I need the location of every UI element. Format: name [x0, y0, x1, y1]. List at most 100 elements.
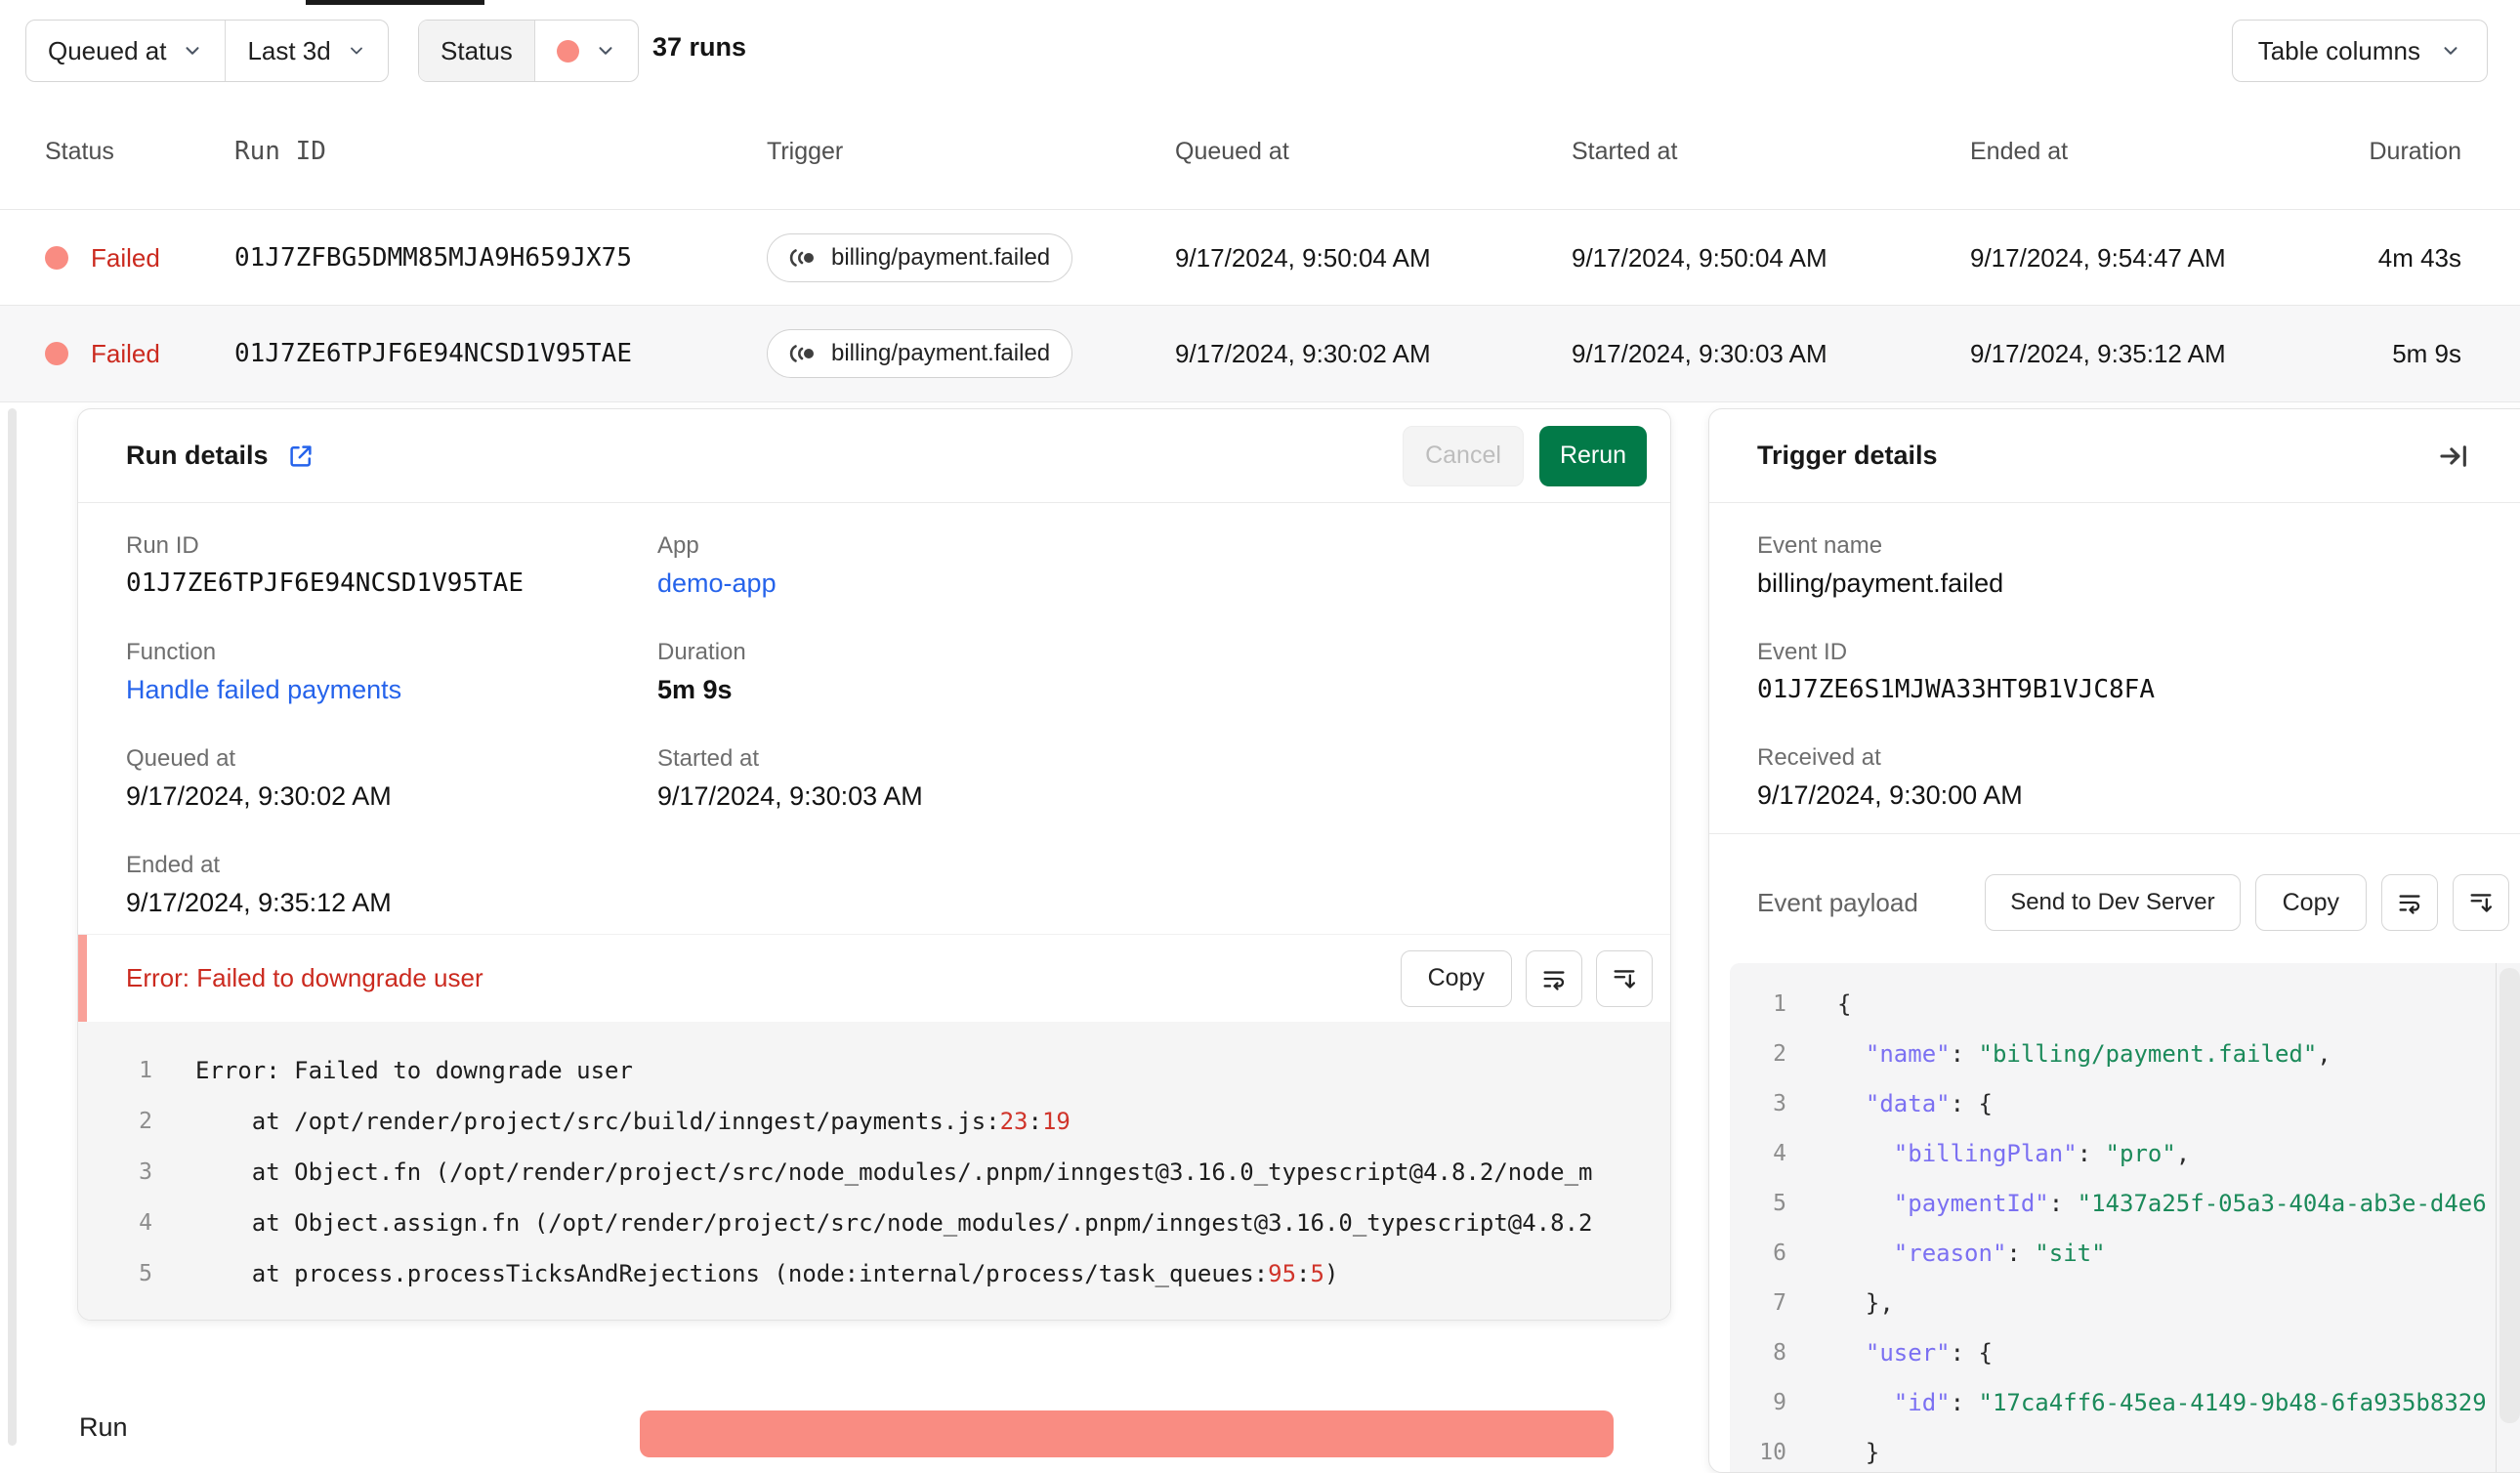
- run-trigger-cell: billing/payment.failed: [767, 210, 1073, 306]
- active-tab-indicator-fragment: [306, 0, 484, 5]
- column-header-status[interactable]: Status: [45, 94, 114, 209]
- event-name-label: Event name: [1757, 532, 1883, 559]
- status-filter-value-segment[interactable]: [533, 21, 638, 81]
- run-status-cell: Failed: [45, 210, 160, 306]
- vertical-scrollbar[interactable]: [8, 408, 17, 1446]
- app-link[interactable]: demo-app: [657, 568, 1670, 599]
- code-line: 10 }: [1730, 1427, 2520, 1472]
- run-duration-cell: 5m 9s: [2392, 338, 2461, 368]
- run-ended-cell: 9/17/2024, 9:54:47 AM: [1970, 242, 2226, 273]
- collapse-panel-right-icon[interactable]: [2437, 440, 2470, 473]
- run-details-title: Run details: [126, 441, 269, 470]
- line-number: 10: [1759, 1439, 1786, 1465]
- duration-value: 5m 9s: [657, 675, 733, 704]
- timeline-run-label: Run: [79, 1412, 128, 1442]
- table-row[interactable]: Failed 01J7ZE6TPJF6E94NCSD1V95TAE billing/…: [0, 305, 2520, 402]
- event-name-value: billing/payment.failed: [1757, 568, 2004, 598]
- run-queued-cell: 9/17/2024, 9:30:02 AM: [1175, 338, 1431, 368]
- run-status-text: Failed: [91, 338, 160, 368]
- scroll-to-bottom-button[interactable]: [2453, 874, 2509, 931]
- column-header-run-id[interactable]: Run ID: [234, 94, 326, 209]
- chevron-down-icon: [2440, 40, 2461, 62]
- queued-at-value: 9/17/2024, 9:30:02 AM: [126, 781, 392, 811]
- run-id-value: 01J7ZE6TPJF6E94NCSD1V95TAE: [126, 568, 524, 598]
- failed-status-dot-icon: [45, 342, 68, 365]
- function-link[interactable]: Handle failed payments: [126, 675, 657, 705]
- trigger-pill[interactable]: billing/payment.failed: [767, 233, 1073, 282]
- trigger-details-panel: Trigger details Event name billing/payme…: [1708, 408, 2520, 1473]
- event-payload-code-block: 1{2 "name": "billing/payment.failed", 3 "…: [1730, 963, 2520, 1472]
- copy-error-button[interactable]: Copy: [1400, 949, 1512, 1007]
- column-header-duration[interactable]: Duration: [2227, 94, 2462, 209]
- code-line: 2 "name": "billing/payment.failed",: [1730, 1029, 2520, 1078]
- code-line: 2 at /opt/render/project/src/build/innge…: [78, 1096, 1670, 1147]
- rerun-button[interactable]: Rerun: [1539, 425, 1647, 486]
- code-line: 3 at Object.fn (/opt/render/project/src/…: [78, 1147, 1670, 1198]
- code-line: 3 "data": {: [1730, 1078, 2520, 1128]
- error-callout: Error: Failed to downgrade user Copy: [78, 934, 1670, 1022]
- duration-label: Duration: [657, 639, 746, 665]
- run-id-label: Run ID: [126, 532, 199, 559]
- runs-count: 37 runs: [652, 31, 747, 62]
- run-status-cell: Failed: [45, 306, 160, 401]
- run-id-cell: 01J7ZE6TPJF6E94NCSD1V95TAE: [234, 339, 632, 368]
- run-duration-cell: 4m 43s: [2377, 242, 2461, 273]
- wrap-text-button[interactable]: [1526, 949, 1582, 1007]
- runs-table-header: Status Run ID Trigger Queued at Started …: [0, 94, 2520, 209]
- line-number: 2: [1773, 1040, 1786, 1067]
- column-header-started[interactable]: Started at: [1572, 94, 1677, 209]
- failed-status-dot-icon: [556, 39, 579, 63]
- code-line: 4 at Object.assign.fn (/opt/render/proje…: [78, 1198, 1670, 1248]
- filter-toolbar: Queued at Last 3d Status 37 runs Table c…: [0, 0, 2520, 95]
- app-label: App: [657, 532, 699, 559]
- queued-at-filter[interactable]: Queued at: [26, 21, 225, 81]
- time-filter-group: Queued at Last 3d: [25, 20, 389, 82]
- scroll-to-bottom-button[interactable]: [1596, 949, 1653, 1007]
- table-row[interactable]: Failed 01J7ZFBG5DMM85MJA9H659JX75 billing/…: [0, 209, 2520, 306]
- run-started-cell: 9/17/2024, 9:30:03 AM: [1572, 338, 1827, 368]
- wrap-text-button[interactable]: [2381, 874, 2438, 931]
- status-filter-label-segment[interactable]: Status: [419, 21, 534, 81]
- started-at-label: Started at: [657, 745, 760, 772]
- open-in-new-icon[interactable]: [286, 442, 315, 471]
- line-number: 7: [1773, 1289, 1786, 1316]
- trigger-details-title: Trigger details: [1757, 441, 1938, 470]
- payload-scrollbar-thumb[interactable]: [2499, 968, 2520, 1423]
- run-details-panel: Run details Cancel Rerun Run ID 01J7ZE6T…: [77, 408, 1671, 1321]
- time-range-filter-label: Last 3d: [247, 35, 331, 65]
- table-columns-label: Table columns: [2257, 35, 2420, 65]
- column-header-queued[interactable]: Queued at: [1175, 94, 1289, 209]
- column-header-trigger[interactable]: Trigger: [767, 94, 843, 209]
- trigger-details-fields: Event name billing/payment.failed Event …: [1709, 503, 2520, 811]
- line-number: 8: [1773, 1339, 1786, 1366]
- event-trigger-icon: [789, 249, 814, 267]
- send-to-dev-server-button[interactable]: Send to Dev Server: [1985, 874, 2241, 931]
- line-number: 6: [1773, 1240, 1786, 1266]
- table-columns-button[interactable]: Table columns: [2231, 20, 2488, 82]
- code-line: 6 "reason": "sit": [1730, 1228, 2520, 1278]
- started-at-value: 9/17/2024, 9:30:03 AM: [657, 781, 923, 811]
- trigger-pill[interactable]: billing/payment.failed: [767, 329, 1073, 378]
- run-queued-cell: 9/17/2024, 9:50:04 AM: [1175, 242, 1431, 273]
- run-status-text: Failed: [91, 242, 160, 273]
- code-line: 5 at process.processTicksAndRejections (…: [78, 1248, 1670, 1299]
- event-id-label: Event ID: [1757, 639, 1848, 665]
- column-header-ended[interactable]: Ended at: [1970, 94, 2068, 209]
- line-number: 3: [139, 1159, 152, 1185]
- time-range-filter[interactable]: Last 3d: [225, 21, 387, 81]
- trigger-pill-label: billing/payment.failed: [831, 340, 1051, 366]
- chevron-down-icon: [182, 40, 203, 62]
- status-filter-label: Status: [441, 35, 513, 65]
- copy-payload-button[interactable]: Copy: [2254, 874, 2367, 931]
- cancel-button[interactable]: Cancel: [1403, 425, 1524, 486]
- code-line: 9 "id": "17ca4ff6-45ea-4149-9b48-6fa935b…: [1730, 1377, 2520, 1427]
- code-line: 8 "user": {: [1730, 1327, 2520, 1377]
- ended-at-value: 9/17/2024, 9:35:12 AM: [126, 888, 392, 917]
- line-number: 2: [139, 1109, 152, 1134]
- trigger-details-header: Trigger details: [1709, 409, 2520, 503]
- runs-table-body: Failed 01J7ZFBG5DMM85MJA9H659JX75 billing/…: [0, 209, 2520, 402]
- line-number: 9: [1773, 1389, 1786, 1415]
- line-number: 4: [139, 1210, 152, 1236]
- run-id-cell: 01J7ZFBG5DMM85MJA9H659JX75: [234, 243, 632, 273]
- timeline-run-bar[interactable]: [640, 1410, 1614, 1457]
